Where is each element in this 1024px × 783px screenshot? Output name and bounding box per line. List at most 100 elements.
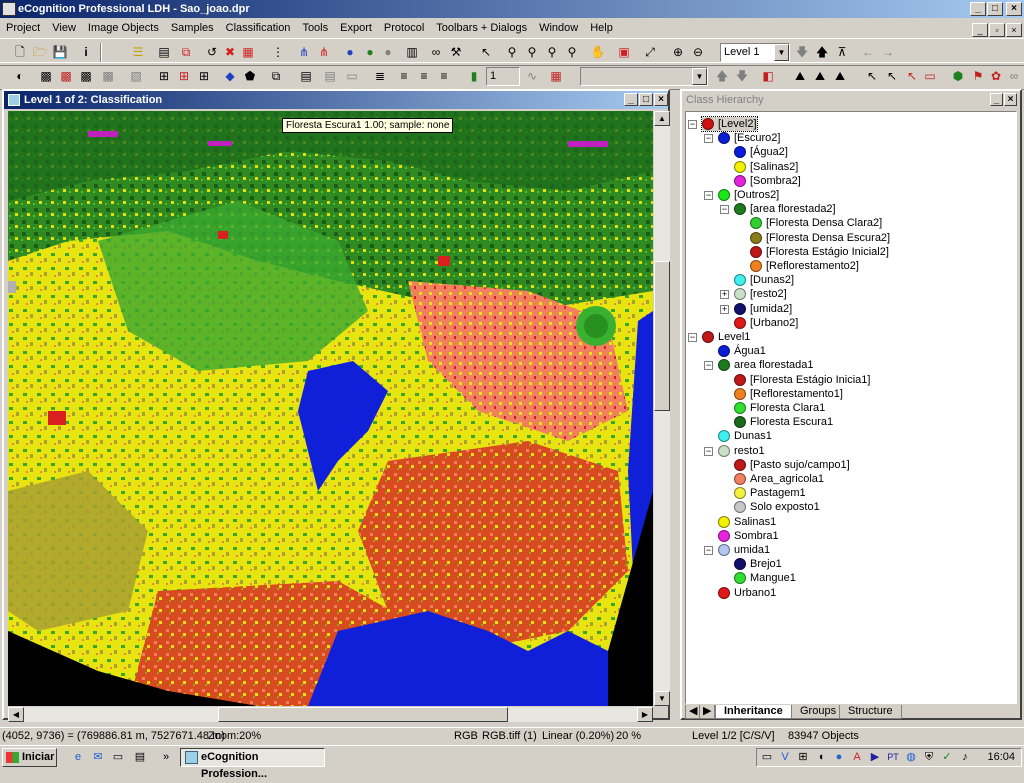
maximize-button[interactable]: □ bbox=[987, 2, 1003, 16]
class-tree-item[interactable]: Mangue1 bbox=[734, 571, 796, 585]
mountain-b-icon[interactable]: ⛰ bbox=[812, 68, 828, 84]
close-button[interactable]: × bbox=[1006, 2, 1022, 16]
tray-monitor-icon[interactable]: ▭ bbox=[759, 750, 775, 765]
collapse-toggle[interactable]: − bbox=[704, 134, 713, 144]
menu-toolbars-dialogs[interactable]: Toolbars + Dialogs bbox=[430, 18, 533, 38]
tray-network-icon[interactable]: ⊞ bbox=[795, 750, 811, 765]
gray-info-icon[interactable]: ● bbox=[380, 44, 396, 60]
print-icon[interactable]: ▭ bbox=[344, 68, 360, 84]
tray-globe-icon[interactable]: ◍ bbox=[903, 750, 919, 765]
glasses-icon[interactable]: ∞ bbox=[428, 44, 444, 60]
class-tree-item[interactable]: Dunas1 bbox=[718, 429, 772, 443]
map-horizontal-scrollbar[interactable]: ◀ ▶ bbox=[8, 707, 653, 722]
class-tree-item[interactable]: [Pasto sujo/campo1] bbox=[734, 458, 850, 472]
tray-speaker-icon[interactable]: ♪ bbox=[957, 750, 973, 765]
tray-check-icon[interactable]: ✓ bbox=[939, 750, 955, 765]
class-table-icon[interactable]: ▥ bbox=[404, 44, 420, 60]
view-image-icon[interactable]: ⊞ bbox=[176, 68, 192, 84]
polygon-icon[interactable]: ⬟ bbox=[242, 68, 258, 84]
hierarchy-icon[interactable]: ⧉ bbox=[178, 44, 194, 60]
align-icon[interactable]: ≣ bbox=[372, 68, 388, 84]
tree-red-icon[interactable]: ⋔ bbox=[316, 44, 332, 60]
level-select[interactable]: Level 1 ▼ bbox=[720, 43, 790, 62]
menu-window[interactable]: Window bbox=[533, 18, 584, 38]
class-tree-item[interactable]: Solo exposto1 bbox=[734, 500, 820, 514]
media-icon[interactable]: ▤ bbox=[132, 750, 148, 765]
mdi-restore-button[interactable]: ▫ bbox=[989, 23, 1005, 37]
class-tree-item[interactable]: [resto2] bbox=[734, 287, 787, 301]
menu-protocol[interactable]: Protocol bbox=[378, 18, 430, 38]
copy-icon[interactable]: ⧉ bbox=[268, 68, 284, 84]
tools-icon[interactable]: ⚒ bbox=[448, 44, 464, 60]
menu-help[interactable]: Help bbox=[584, 18, 619, 38]
rectangle-icon[interactable]: ▭ bbox=[922, 68, 938, 84]
link-icon[interactable]: ∞ bbox=[1006, 68, 1022, 84]
panel-close-button[interactable]: × bbox=[1004, 93, 1017, 106]
list-a-icon[interactable]: ≡ bbox=[396, 68, 412, 84]
scroll-up-icon[interactable]: ▲ bbox=[654, 111, 670, 126]
save-icon[interactable]: 💾 bbox=[52, 44, 68, 60]
chevron-down-icon[interactable]: ▼ bbox=[692, 68, 707, 85]
expand-toggle[interactable]: + bbox=[720, 290, 729, 300]
class-tree-item[interactable]: umida1 bbox=[718, 543, 770, 557]
view-mode-icon[interactable]: ▧ bbox=[128, 68, 144, 84]
view-layer-icon[interactable]: ◐ bbox=[12, 68, 28, 84]
histogram-icon[interactable]: ▮ bbox=[466, 68, 482, 84]
mdi-close-button[interactable]: × bbox=[1006, 23, 1022, 37]
menu-image-objects[interactable]: Image Objects bbox=[82, 18, 165, 38]
collapse-toggle[interactable]: − bbox=[704, 446, 713, 456]
class-tree-item[interactable]: [Reflorestamento2] bbox=[750, 259, 859, 273]
start-button[interactable]: Iniciar bbox=[2, 748, 57, 767]
info-icon[interactable]: i bbox=[78, 44, 94, 60]
ie-icon[interactable]: e bbox=[70, 750, 86, 765]
class-tree-item[interactable]: Pastagem1 bbox=[734, 486, 806, 500]
sample-select-icon[interactable]: ⚲ bbox=[504, 44, 520, 60]
menu-export[interactable]: Export bbox=[334, 18, 378, 38]
zoom-window-icon[interactable]: ⤢ bbox=[642, 44, 658, 60]
chevron-down-icon[interactable]: ▼ bbox=[774, 44, 789, 61]
class-tree-item[interactable]: [Escuro2] bbox=[718, 131, 780, 145]
menu-project[interactable]: Project bbox=[0, 18, 46, 38]
tray-volume-icon[interactable]: ◖ bbox=[813, 750, 829, 765]
class-tree-item[interactable]: Brejo1 bbox=[734, 557, 782, 571]
class-tree-item[interactable]: Area_agricola1 bbox=[734, 472, 824, 486]
class-tree-item[interactable]: [area florestada2] bbox=[734, 202, 836, 216]
list-c-icon[interactable]: ≡ bbox=[436, 68, 452, 84]
pan-hand-icon[interactable]: ✋ bbox=[590, 44, 606, 60]
feature-select[interactable]: ▼ bbox=[580, 67, 708, 86]
wave-icon[interactable]: ∿ bbox=[524, 68, 540, 84]
expand-toggle[interactable]: + bbox=[720, 304, 729, 314]
class-tree-item[interactable]: [umida2] bbox=[734, 302, 792, 316]
class-tree-item[interactable]: [Floresta Densa Clara2] bbox=[750, 216, 882, 230]
pointer-icon[interactable]: ↖ bbox=[478, 44, 494, 60]
class-list-icon[interactable]: ⋮ bbox=[270, 44, 286, 60]
menu-view[interactable]: View bbox=[46, 18, 82, 38]
new-project-icon[interactable]: 🗋 bbox=[12, 44, 28, 60]
class-tree-item[interactable]: [Outros2] bbox=[718, 188, 779, 202]
level-up-icon[interactable]: 🡅 bbox=[814, 44, 830, 60]
class-tree-item[interactable]: area florestada1 bbox=[718, 358, 814, 372]
menu-tools[interactable]: Tools bbox=[296, 18, 334, 38]
select-poly-icon[interactable]: ↖ bbox=[884, 68, 900, 84]
tray-pt-icon[interactable]: PT bbox=[885, 750, 901, 765]
menu-classification[interactable]: Classification bbox=[220, 18, 297, 38]
view-minimize-button[interactable]: _ bbox=[624, 93, 638, 106]
tab-inheritance[interactable]: Inheritance bbox=[715, 705, 792, 719]
desktop-icon[interactable]: ▭ bbox=[110, 750, 126, 765]
tree-icon[interactable]: ⋔ bbox=[296, 44, 312, 60]
rotate-icon[interactable]: ↺ bbox=[204, 44, 220, 60]
select-red-icon[interactable]: ↖ bbox=[904, 68, 920, 84]
class-tree-item[interactable]: [Sombra2] bbox=[734, 174, 801, 188]
vertical-scroll-thumb[interactable] bbox=[654, 261, 670, 411]
classification-map[interactable] bbox=[8, 111, 653, 706]
class-tree-item[interactable]: [Salinas2] bbox=[734, 160, 798, 174]
zoom-area-icon[interactable]: ▣ bbox=[616, 44, 632, 60]
class-tree-item[interactable]: Salinas1 bbox=[718, 515, 776, 529]
tray-app-icon[interactable]: ● bbox=[831, 750, 847, 765]
collapse-toggle[interactable]: − bbox=[704, 191, 713, 200]
doc-gray-icon[interactable]: ▤ bbox=[322, 68, 338, 84]
view-samples-icon[interactable]: ▩ bbox=[58, 68, 74, 84]
select-arrow-icon[interactable]: ↖ bbox=[864, 68, 880, 84]
objects-icon[interactable]: ✿ bbox=[988, 68, 1004, 84]
class-tree-item[interactable]: [Água2] bbox=[734, 145, 788, 159]
